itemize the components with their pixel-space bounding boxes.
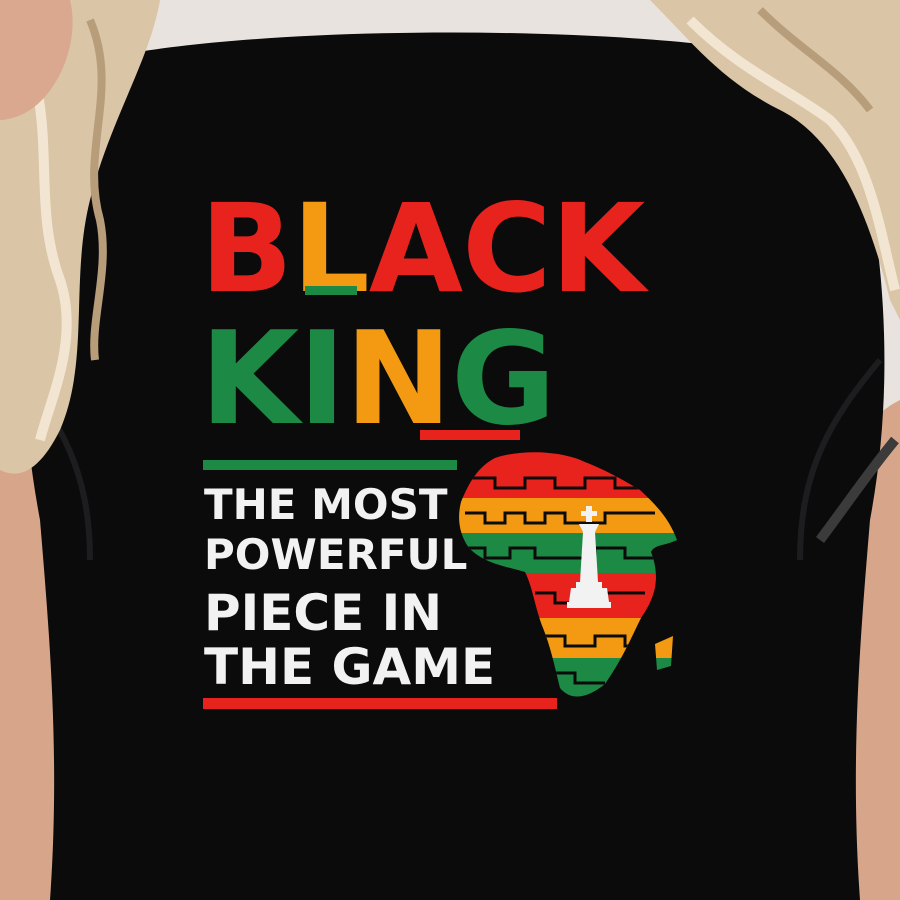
- letter-k: K: [550, 178, 646, 320]
- headline-king: KING: [200, 305, 556, 454]
- letter-g: G: [450, 305, 556, 454]
- africa-map-icon: [459, 452, 677, 697]
- letter-n: N: [344, 305, 452, 454]
- tagline-line-1: THE MOST: [204, 480, 448, 529]
- divider-green: [203, 460, 457, 470]
- underline-l: [305, 286, 357, 295]
- letter-a: A: [368, 178, 463, 320]
- underline-n: [420, 430, 520, 440]
- tagline-line-2: POWERFUL: [204, 530, 468, 579]
- tagline-line-4: THE GAME: [204, 638, 496, 696]
- tagline-line-3: PIECE IN: [204, 584, 443, 642]
- letter-c: C: [462, 178, 552, 320]
- letter-i: I: [298, 305, 346, 454]
- headline-black: BLACK: [200, 178, 646, 320]
- letter-b: B: [200, 178, 293, 320]
- letter-k2: K: [200, 305, 299, 454]
